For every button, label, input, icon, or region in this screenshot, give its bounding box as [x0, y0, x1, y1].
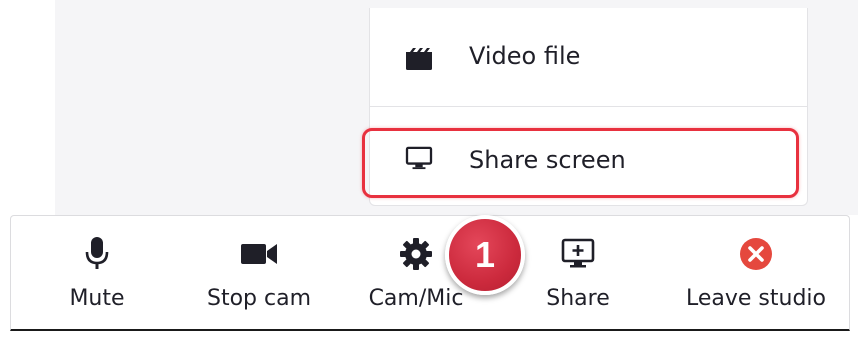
- studio-toolbar: Mute Stop cam Cam/Mic Share Leave studio: [10, 215, 850, 331]
- share-button[interactable]: Share: [536, 216, 620, 330]
- step-badge: 1: [445, 215, 525, 295]
- menu-item-label: Video file: [469, 42, 581, 70]
- video-camera-icon: [240, 236, 278, 272]
- background-left: [0, 0, 55, 187]
- menu-divider: [370, 106, 807, 107]
- share-label: Share: [546, 286, 610, 311]
- step-number: 1: [474, 234, 496, 275]
- leave-studio-label: Leave studio: [685, 286, 826, 311]
- clapperboard-icon: [406, 48, 432, 70]
- screen-share-icon: [561, 236, 595, 272]
- stop-cam-button[interactable]: Stop cam: [197, 216, 321, 330]
- mute-button[interactable]: Mute: [57, 216, 137, 330]
- microphone-icon: [85, 236, 109, 272]
- menu-item-video-file[interactable]: Video file: [370, 8, 807, 106]
- share-screen-highlight: [362, 128, 799, 198]
- cam-mic-label: Cam/Mic: [368, 286, 464, 311]
- stop-cam-label: Stop cam: [206, 286, 312, 311]
- gear-icon: [399, 236, 433, 272]
- close-circle-icon: [739, 236, 773, 272]
- leave-studio-button[interactable]: Leave studio: [673, 216, 839, 330]
- mute-label: Mute: [69, 286, 125, 311]
